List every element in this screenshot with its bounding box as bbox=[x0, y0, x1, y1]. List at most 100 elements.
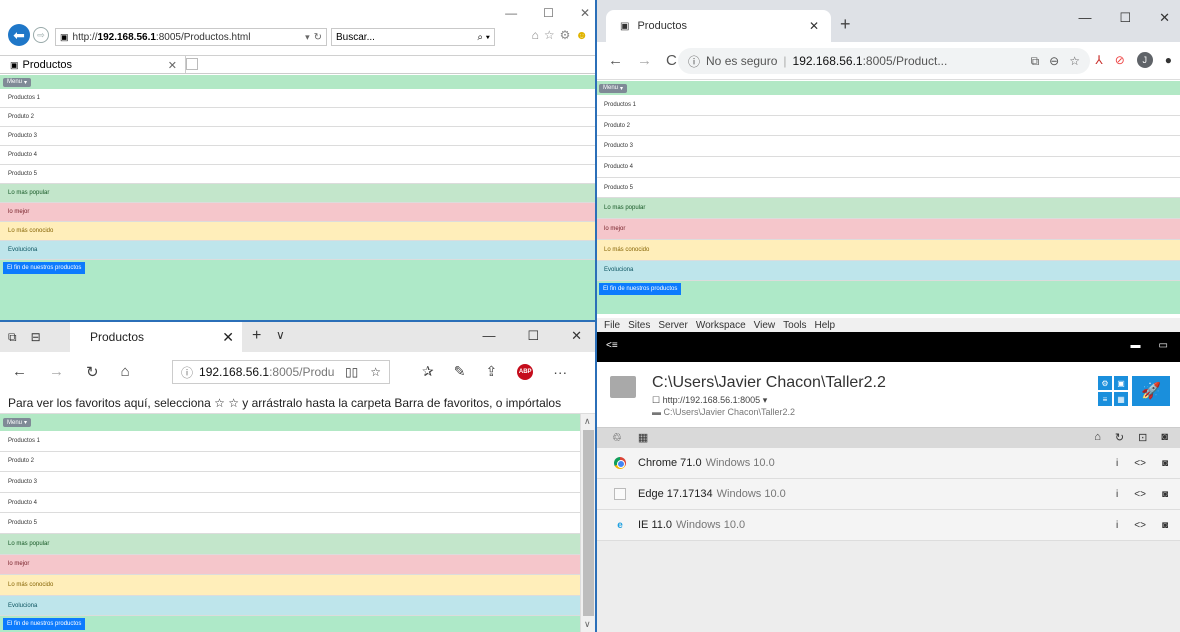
close-tab-icon[interactable]: ✕ bbox=[168, 59, 177, 72]
share-icon[interactable]: ⇪ bbox=[485, 363, 497, 380]
list-item[interactable]: Produto 2 bbox=[596, 115, 1180, 137]
favorites-hub-icon[interactable]: ✰ bbox=[422, 363, 434, 380]
list-item[interactable]: Productos 1 bbox=[0, 89, 596, 108]
project-url[interactable]: ☐ http://192.168.56.1:8005 ▾ bbox=[652, 395, 767, 406]
forward-arrow-icon[interactable]: → bbox=[49, 363, 64, 381]
browser-row-ie[interactable]: e IE 11.0 Windows 10.0 i <> ◙ bbox=[596, 510, 1180, 541]
maximize-icon[interactable]: ☐ bbox=[543, 6, 554, 20]
inspect-icon[interactable]: ⊡ bbox=[1138, 431, 1147, 444]
end-button[interactable]: El fin de nuestros productos bbox=[3, 262, 86, 274]
more-icon[interactable]: ··· bbox=[553, 364, 567, 380]
close-tab-icon[interactable]: ✕ bbox=[809, 19, 819, 33]
tab-productos[interactable]: ▣ Productos ✕ bbox=[6, 56, 186, 74]
extension-circle-icon[interactable]: ● bbox=[1165, 53, 1172, 67]
camera-icon[interactable]: ◙ bbox=[1162, 458, 1168, 469]
collapse-back-icon[interactable]: <≡ bbox=[606, 340, 618, 351]
close-icon[interactable]: ✕ bbox=[580, 6, 590, 20]
maximize-icon[interactable]: ☐ bbox=[527, 328, 539, 344]
smiley-icon[interactable]: ☻ bbox=[575, 28, 588, 42]
caret-down-icon[interactable]: ▾ bbox=[763, 395, 768, 405]
camera-icon[interactable]: ◙ bbox=[1162, 489, 1168, 500]
info-icon[interactable]: i bbox=[1116, 520, 1118, 531]
adblock-icon[interactable]: ABP bbox=[517, 363, 534, 380]
list-item[interactable]: Producto 3 bbox=[0, 127, 596, 146]
menu-sites[interactable]: Sites bbox=[628, 320, 650, 331]
screen-icon[interactable]: ▣ bbox=[1114, 376, 1128, 390]
home-icon[interactable]: ⌂ bbox=[1094, 431, 1101, 444]
tab-preview-icon[interactable]: ⧉ bbox=[8, 330, 17, 345]
menu-button[interactable]: Menu ▾ bbox=[3, 77, 32, 87]
bookmark-star-icon[interactable]: ☆ bbox=[1069, 54, 1080, 69]
list-item[interactable]: Producto 5 bbox=[0, 513, 580, 534]
list-item[interactable]: Producto 5 bbox=[596, 177, 1180, 199]
minimize-icon[interactable]: — bbox=[482, 328, 495, 344]
close-icon[interactable]: ✕ bbox=[1159, 10, 1170, 26]
code-icon[interactable]: <> bbox=[1134, 520, 1146, 531]
minimize-icon[interactable]: — bbox=[505, 6, 517, 20]
pen-icon[interactable]: ✎ bbox=[454, 363, 466, 380]
browser-row-edge[interactable]: Edge 17.17134 Windows 10.0 i <> ◙ bbox=[596, 479, 1180, 510]
back-button[interactable]: ⬅ bbox=[8, 24, 30, 46]
avatar[interactable]: J bbox=[1136, 52, 1153, 68]
checkbox-icon[interactable]: ☐ bbox=[652, 395, 660, 405]
search-icon[interactable]: ⌕ ▾ bbox=[477, 32, 490, 43]
maximize-icon[interactable]: ☐ bbox=[1119, 10, 1131, 26]
back-arrow-icon[interactable]: ← bbox=[12, 363, 27, 381]
new-tab-button[interactable]: + bbox=[840, 14, 851, 35]
menu-button[interactable]: Menu ▾ bbox=[3, 418, 32, 427]
reading-view-icon[interactable]: ▯▯ bbox=[345, 365, 358, 379]
scrollbar-thumb[interactable] bbox=[583, 430, 594, 616]
sync-icon[interactable]: ♲ bbox=[612, 431, 622, 444]
address-bar[interactable]: ⓘ 192.168.56.1:8005/Produ ▯▯ ☆ bbox=[172, 360, 390, 384]
scrollbar[interactable]: ∧ ∨ bbox=[580, 414, 596, 632]
menu-button[interactable]: Menu ▾ bbox=[599, 83, 628, 93]
tab-productos[interactable]: ▣ Productos ✕ bbox=[606, 10, 831, 42]
camera-icon[interactable]: ◙ bbox=[1162, 520, 1168, 531]
search-box[interactable]: Buscar... ⌕ ▾ bbox=[331, 28, 495, 46]
menu-tools[interactable]: Tools bbox=[783, 320, 806, 331]
menu-workspace[interactable]: Workspace bbox=[696, 320, 746, 331]
end-button[interactable]: El fin de nuestros productos bbox=[599, 283, 682, 296]
qr-icon[interactable]: ▦ bbox=[1114, 392, 1128, 406]
address-bar[interactable]: ▣ http://192.168.56.1:8005/Productos.htm… bbox=[55, 28, 327, 46]
camera-icon[interactable]: ◙ bbox=[1161, 431, 1168, 444]
list-item[interactable]: Producto 4 bbox=[596, 157, 1180, 178]
code-icon[interactable]: <> bbox=[1134, 489, 1146, 500]
scroll-up-icon[interactable]: ∧ bbox=[584, 416, 591, 427]
back-arrow-icon[interactable]: ← bbox=[608, 52, 623, 69]
info-icon[interactable]: ⓘ bbox=[688, 53, 700, 70]
set-aside-tabs-icon[interactable]: ⊟ bbox=[31, 330, 41, 345]
rocket-launch-button[interactable]: 🚀 bbox=[1132, 376, 1170, 406]
settings-gear-icon[interactable]: ⚙ bbox=[1098, 376, 1112, 390]
minimize-icon[interactable]: — bbox=[1078, 10, 1091, 26]
home-icon[interactable]: ⌂ bbox=[532, 28, 539, 42]
dropdown-icon[interactable]: ▾ bbox=[305, 32, 310, 43]
menu-file[interactable]: File bbox=[604, 320, 620, 331]
chevron-down-icon[interactable]: ∨ bbox=[276, 328, 285, 342]
list-item[interactable]: Producto 5 bbox=[0, 165, 596, 184]
list-item[interactable]: Producto 4 bbox=[0, 492, 580, 514]
search-input[interactable]: Buscar... bbox=[336, 32, 375, 43]
menu-server[interactable]: Server bbox=[658, 320, 687, 331]
home-icon[interactable]: ⌂ bbox=[121, 363, 130, 381]
window-icon[interactable]: ▭ bbox=[1159, 340, 1168, 351]
list-item[interactable]: Producto 3 bbox=[0, 472, 580, 493]
list-item[interactable]: Productos 1 bbox=[0, 431, 580, 452]
info-icon[interactable]: i bbox=[1116, 489, 1118, 500]
close-tab-icon[interactable]: ✕ bbox=[222, 329, 234, 346]
omnibox[interactable]: ⓘ No es seguro | 192.168.56.1:8005/Produ… bbox=[678, 48, 1090, 74]
favorites-star-icon[interactable]: ☆ bbox=[544, 28, 555, 42]
menu-view[interactable]: View bbox=[754, 320, 776, 331]
device-icon[interactable]: ▬ bbox=[1131, 340, 1141, 351]
favorite-star-icon[interactable]: ☆ bbox=[370, 365, 381, 379]
translate-icon[interactable]: ⧉ bbox=[1031, 54, 1040, 69]
pdf-extension-icon[interactable]: ⅄ bbox=[1095, 53, 1102, 67]
forward-button[interactable]: ⇨ bbox=[33, 27, 49, 43]
list-item[interactable]: Produto 2 bbox=[0, 451, 580, 473]
browser-row-chrome[interactable]: Chrome 71.0 Windows 10.0 i <> ◙ bbox=[596, 448, 1180, 479]
blocker-extension-icon[interactable]: ⊘ bbox=[1115, 53, 1125, 67]
info-icon[interactable]: ⓘ bbox=[181, 364, 193, 381]
new-tab-button[interactable] bbox=[186, 58, 198, 70]
list-item[interactable]: Producto 3 bbox=[596, 136, 1180, 158]
zoom-icon[interactable]: ⊖ bbox=[1049, 54, 1059, 69]
